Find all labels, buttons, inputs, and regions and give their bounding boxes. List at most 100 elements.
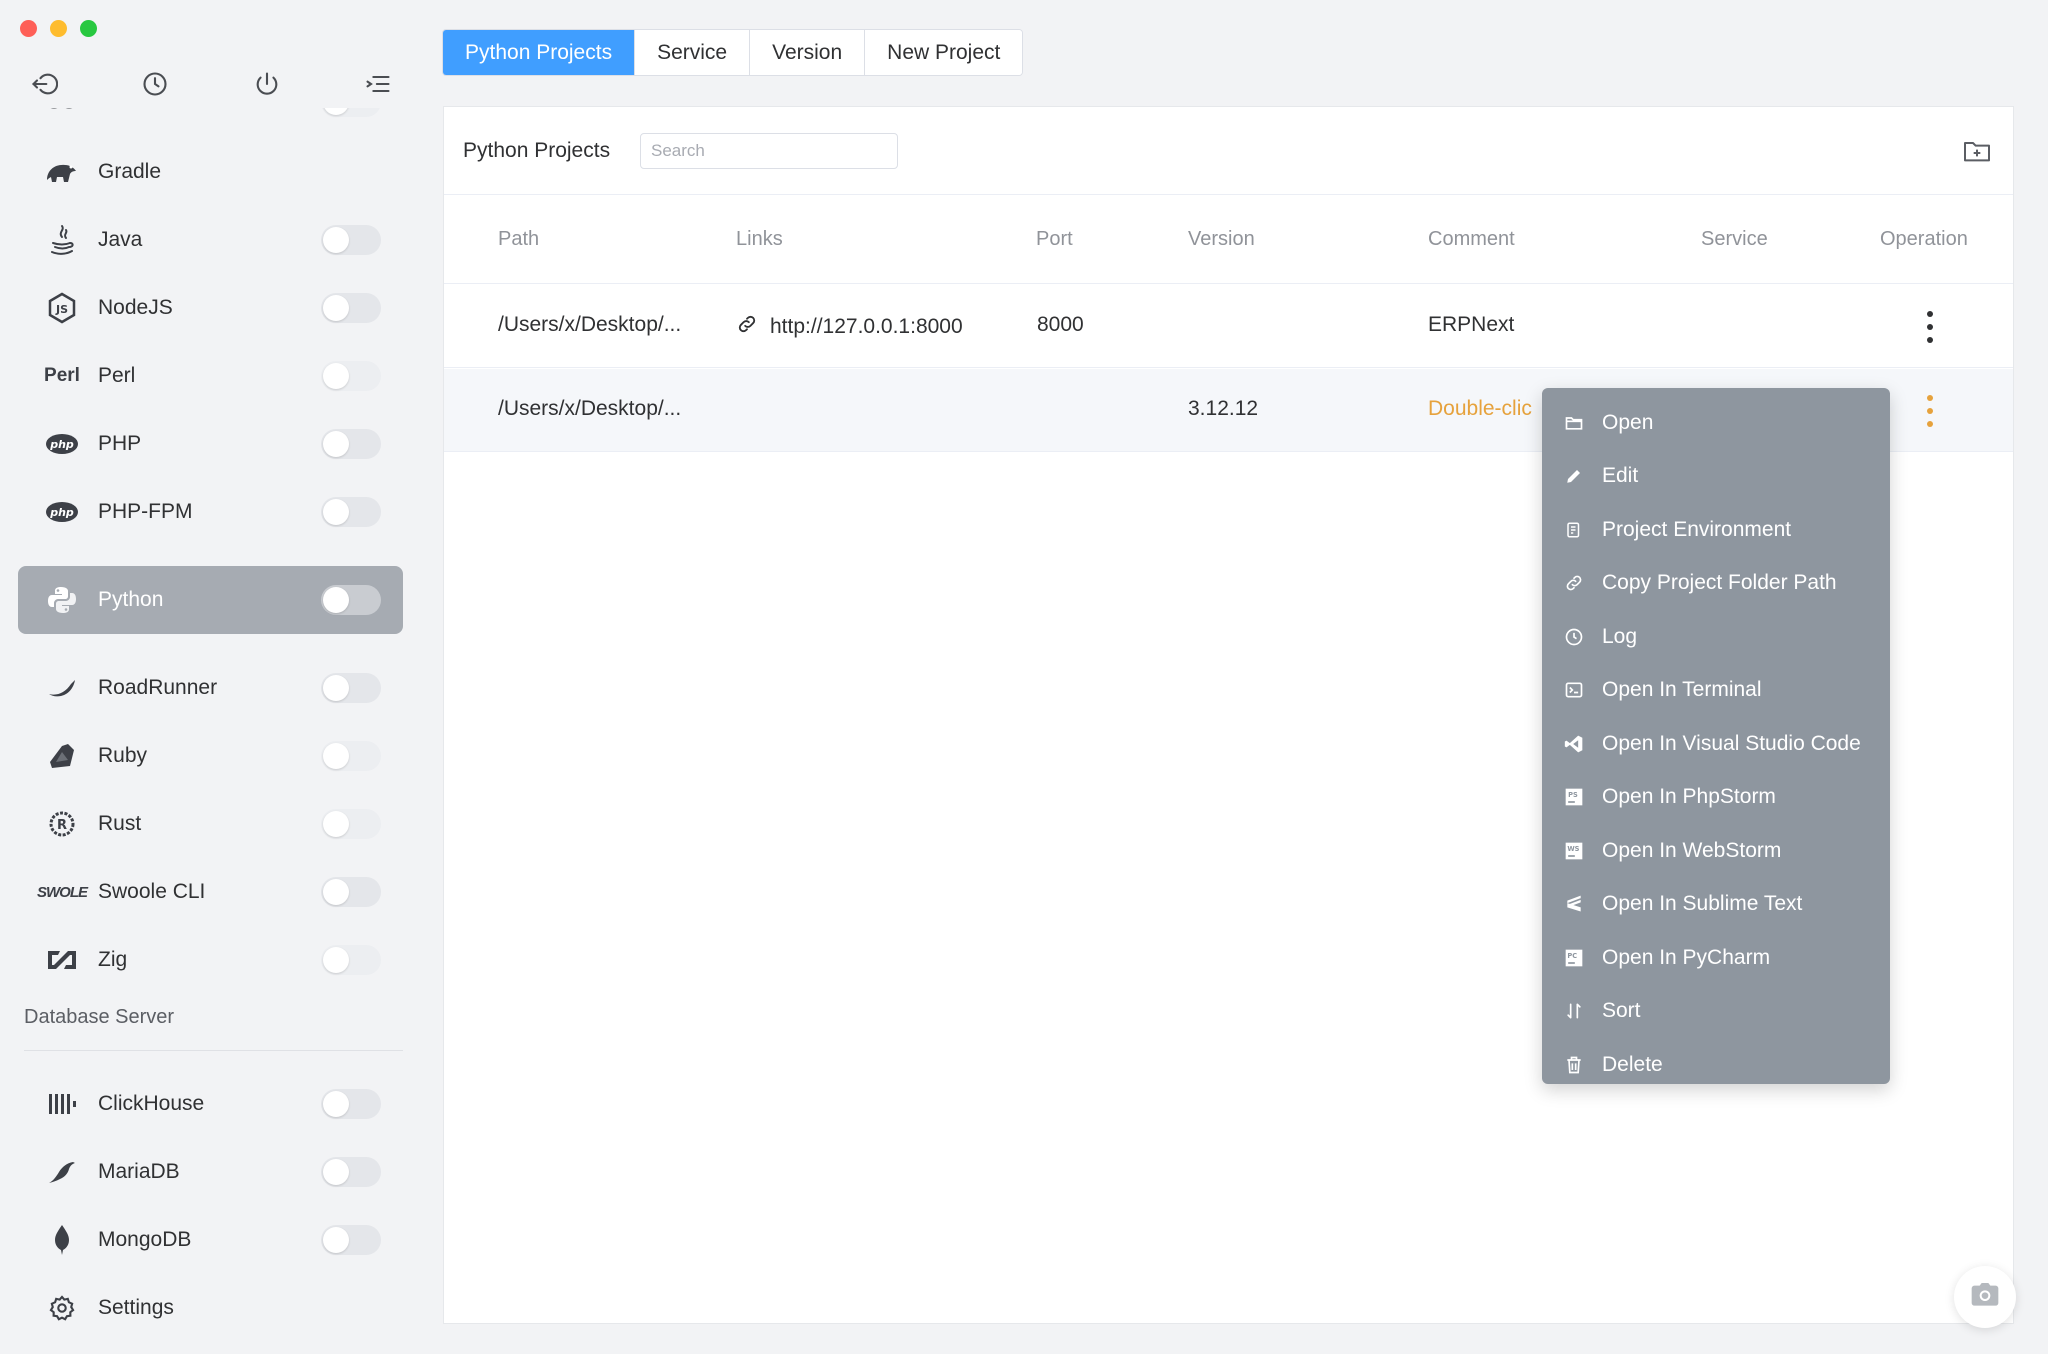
cell-link[interactable]: http://127.0.0.1:8000 — [736, 313, 963, 341]
sidebar-item-label: ClickHouse — [98, 1092, 205, 1115]
sidebar-item-perl[interactable]: Perl Perl — [18, 342, 403, 410]
sidebar-item-php[interactable]: php PHP — [18, 410, 403, 478]
tab-new-project[interactable]: New Project — [865, 30, 1023, 75]
terminal-icon — [1564, 680, 1584, 700]
sidebar-item-rust[interactable]: R Rust — [18, 790, 403, 858]
sidebar-item-label: Python — [98, 588, 164, 611]
sidebar-item-label: Zig — [98, 948, 128, 971]
menu-item-sort[interactable]: Sort — [1542, 985, 1890, 1039]
sidebar-item-gradle[interactable]: Gradle — [18, 138, 403, 206]
pencil-icon — [1564, 466, 1584, 486]
svg-text:JS: JS — [55, 303, 68, 316]
rust-icon: R — [42, 804, 82, 844]
section-divider — [24, 1050, 403, 1051]
sidebar-item-nodejs[interactable]: JS NodeJS — [18, 274, 403, 342]
sidebar-item-roadrunner[interactable]: RoadRunner — [18, 654, 403, 722]
menu-item-open-in-webstorm[interactable]: WS Open In WebStorm — [1542, 824, 1890, 878]
environment-icon — [1564, 520, 1584, 540]
ruby-toggle[interactable] — [321, 741, 381, 771]
sidebar-item-php-fpm[interactable]: php PHP-FPM — [18, 478, 403, 546]
roadrunner-toggle[interactable] — [321, 673, 381, 703]
webstorm-icon: WS — [1564, 841, 1584, 861]
panel-header: Python Projects — [444, 107, 2013, 195]
java-toggle[interactable] — [321, 225, 381, 255]
sidebar-item-go[interactable]: Go — [18, 108, 403, 136]
gradle-icon — [42, 152, 82, 192]
python-toggle[interactable] — [321, 585, 381, 615]
tab-service[interactable]: Service — [635, 30, 751, 75]
table-row[interactable]: /Users/x/Desktop/... http://127.0.0.1:80… — [444, 285, 2013, 368]
sidebar-item-settings[interactable]: Settings — [18, 1274, 403, 1338]
menu-item-edit[interactable]: Edit — [1542, 450, 1890, 504]
menu-item-open-in-terminal[interactable]: Open In Terminal — [1542, 664, 1890, 718]
sidebar-item-mongodb[interactable]: MongoDB — [18, 1206, 403, 1274]
sidebar-item-java[interactable]: Java — [18, 206, 403, 274]
column-links[interactable]: Links — [736, 228, 783, 251]
clock-icon — [1564, 627, 1584, 647]
tab-version[interactable]: Version — [750, 30, 866, 75]
tab-python-projects[interactable]: Python Projects — [443, 30, 636, 75]
sidebar-item-label: Rust — [98, 812, 142, 835]
menu-item-log[interactable]: Log — [1542, 610, 1890, 664]
menu-item-open[interactable]: Open — [1542, 396, 1890, 450]
sidebar-item-mariadb[interactable]: MariaDB — [18, 1138, 403, 1206]
screenshot-button[interactable] — [1954, 1266, 2016, 1328]
sidebar-item-label: Java — [98, 228, 143, 251]
more-options-icon[interactable] — [1925, 395, 1935, 427]
column-port[interactable]: Port — [1036, 228, 1073, 251]
menu-icon[interactable] — [360, 66, 396, 102]
sidebar-item-clickhouse[interactable]: ClickHouse — [18, 1070, 403, 1138]
swoole-cli-toggle[interactable] — [321, 877, 381, 907]
go-toggle[interactable] — [321, 108, 381, 117]
cell-path: /Users/x/Desktop/... — [498, 313, 682, 336]
sidebar-item-python[interactable]: Python — [18, 566, 403, 634]
menu-item-copy-project-folder-path[interactable]: Copy Project Folder Path — [1542, 557, 1890, 611]
history-icon[interactable] — [137, 66, 173, 102]
cell-path: /Users/x/Desktop/... — [498, 397, 682, 420]
go-icon — [42, 108, 82, 122]
mongodb-toggle[interactable] — [321, 1225, 381, 1255]
menu-item-open-in-pycharm[interactable]: PC Open In PyCharm — [1542, 931, 1890, 985]
more-options-icon[interactable] — [1925, 311, 1935, 343]
sidebar-item-swoole-cli[interactable]: SWOLE Swoole CLI — [18, 858, 403, 926]
camera-icon — [1969, 1279, 2001, 1316]
sidebar-item-label: Perl — [98, 364, 136, 387]
nodejs-toggle[interactable] — [321, 293, 381, 323]
sidebar-item-ruby[interactable]: Ruby — [18, 722, 403, 790]
add-folder-icon[interactable] — [1961, 135, 1993, 167]
sidebar-item-label: MongoDB — [98, 1228, 192, 1251]
column-path[interactable]: Path — [498, 228, 539, 251]
php-icon: php — [42, 424, 82, 464]
python-icon — [42, 580, 82, 620]
link-icon — [736, 313, 758, 341]
mariadb-icon — [42, 1152, 82, 1192]
cell-version: 3.12.12 — [1188, 397, 1259, 420]
sidebar-item-zig[interactable]: Zig — [18, 926, 403, 994]
sidebar-item-label: NodeJS — [98, 296, 173, 319]
menu-item-project-environment[interactable]: Project Environment — [1542, 503, 1890, 557]
power-icon[interactable] — [249, 66, 285, 102]
sidebar-toolbar — [26, 66, 396, 102]
menu-item-open-in-phpstorm[interactable]: PS Open In PhpStorm — [1542, 771, 1890, 825]
menu-item-open-in-vscode[interactable]: Open In Visual Studio Code — [1542, 717, 1890, 771]
copy-link-icon — [1564, 573, 1584, 593]
perl-toggle[interactable] — [321, 361, 381, 391]
column-service[interactable]: Service — [1701, 228, 1768, 251]
zig-toggle[interactable] — [321, 945, 381, 975]
rust-toggle[interactable] — [321, 809, 381, 839]
context-menu: Open Edit Project Environment Copy Proje… — [1542, 388, 1890, 1084]
link-text[interactable]: http://127.0.0.1:8000 — [770, 315, 963, 339]
column-comment[interactable]: Comment — [1428, 228, 1515, 251]
php-toggle[interactable] — [321, 429, 381, 459]
back-icon[interactable] — [26, 66, 62, 102]
clickhouse-icon — [42, 1084, 82, 1124]
cell-comment[interactable]: Double-clic — [1428, 397, 1532, 421]
sidebar-item-label: Go — [98, 108, 321, 114]
mariadb-toggle[interactable] — [321, 1157, 381, 1187]
search-input[interactable] — [640, 133, 898, 169]
php-fpm-toggle[interactable] — [321, 497, 381, 527]
clickhouse-toggle[interactable] — [321, 1089, 381, 1119]
menu-item-open-in-sublime-text[interactable]: Open In Sublime Text — [1542, 878, 1890, 932]
menu-item-delete[interactable]: Delete — [1542, 1038, 1890, 1092]
column-version[interactable]: Version — [1188, 228, 1255, 251]
